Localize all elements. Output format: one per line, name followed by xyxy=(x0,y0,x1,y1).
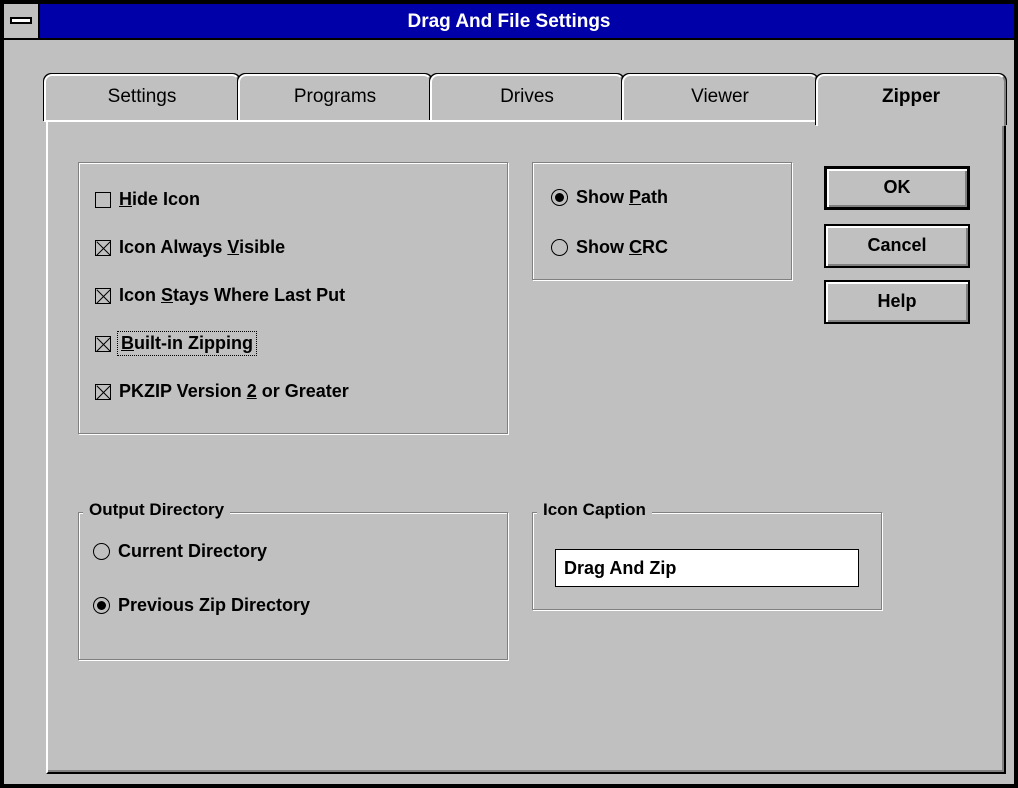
icon-always-visible-label: Icon Always Visible xyxy=(119,237,286,257)
system-menu-button[interactable] xyxy=(4,4,40,38)
pkzip-v2-label: PKZIP Version 2 or Greater xyxy=(119,381,349,401)
hide-icon-label: Hide Icon xyxy=(119,189,201,209)
icon-caption-group: Icon Caption Drag And Zip xyxy=(532,500,882,610)
radio-button xyxy=(93,597,110,614)
radio-button xyxy=(551,239,568,256)
current-directory-label: Current Directory xyxy=(118,541,268,561)
current-directory-radio[interactable]: Current Directory xyxy=(93,541,267,562)
icon-caption-label: Icon Caption xyxy=(537,500,652,520)
tab-zipper[interactable]: Zipper xyxy=(816,74,1006,126)
builtin-zipping-checkbox[interactable]: Built-in Zipping xyxy=(95,331,257,356)
checkbox-box xyxy=(95,383,111,400)
help-button[interactable]: Help xyxy=(824,280,970,324)
window-title: Drag And File Settings xyxy=(407,11,611,32)
show-crc-label: Show CRC xyxy=(576,237,668,257)
tab-drives[interactable]: Drives xyxy=(430,74,624,122)
checkbox-box xyxy=(95,239,111,256)
previous-zip-directory-label: Previous Zip Directory xyxy=(118,595,311,615)
show-path-radio[interactable]: Show Path xyxy=(551,187,668,208)
tab-settings[interactable]: Settings xyxy=(44,74,240,122)
previous-zip-directory-radio[interactable]: Previous Zip Directory xyxy=(93,595,310,616)
icon-stays-label: Icon Stays Where Last Put xyxy=(119,285,346,305)
pkzip-v2-checkbox[interactable]: PKZIP Version 2 or Greater xyxy=(95,381,349,402)
builtin-zipping-label: Built-in Zipping xyxy=(117,331,257,356)
system-menu-icon xyxy=(10,17,32,24)
show-path-label: Show Path xyxy=(576,187,669,207)
cancel-button[interactable]: Cancel xyxy=(824,224,970,268)
options-group: Hide Icon Icon Always Visible Icon Stays… xyxy=(78,162,508,434)
ok-button[interactable]: OK xyxy=(824,166,970,210)
checkbox-box xyxy=(95,335,111,352)
hide-icon-checkbox[interactable]: Hide Icon xyxy=(95,189,200,210)
display-group: Show Path Show CRC xyxy=(532,162,792,280)
output-directory-group: Output Directory Current Directory Previ… xyxy=(78,500,508,660)
show-crc-radio[interactable]: Show CRC xyxy=(551,237,668,258)
checkbox-box xyxy=(95,191,111,208)
settings-dialog: Drag And File Settings Settings Programs… xyxy=(0,0,1018,788)
icon-stays-checkbox[interactable]: Icon Stays Where Last Put xyxy=(95,285,345,306)
icon-caption-input[interactable]: Drag And Zip xyxy=(555,549,859,587)
radio-button xyxy=(551,189,568,206)
zipper-tab-panel: Hide Icon Icon Always Visible Icon Stays… xyxy=(46,120,1006,774)
icon-always-visible-checkbox[interactable]: Icon Always Visible xyxy=(95,237,285,258)
checkbox-box xyxy=(95,287,111,304)
output-directory-label: Output Directory xyxy=(83,500,231,520)
radio-button xyxy=(93,543,110,560)
title-bar: Drag And File Settings xyxy=(4,4,1014,40)
tab-programs[interactable]: Programs xyxy=(238,74,432,122)
tab-viewer[interactable]: Viewer xyxy=(622,74,818,122)
